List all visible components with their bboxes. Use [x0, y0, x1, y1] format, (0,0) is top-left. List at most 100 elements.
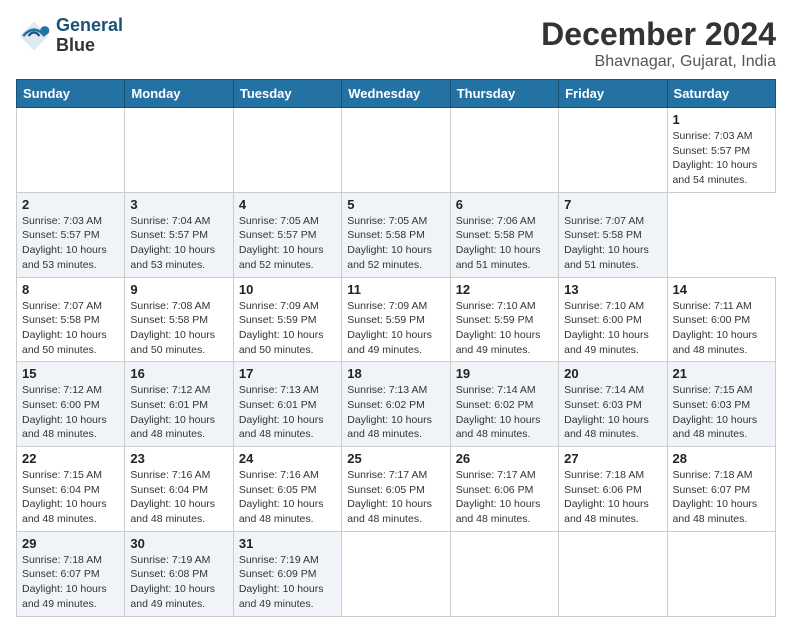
- day-cell-22: 22 Sunrise: 7:15 AMSunset: 6:04 PMDayligh…: [17, 447, 125, 532]
- page-header: General Blue December 2024 Bhavnagar, Gu…: [16, 16, 776, 71]
- header-row: SundayMondayTuesdayWednesdayThursdayFrid…: [17, 80, 776, 108]
- day-number: 27: [564, 451, 661, 466]
- day-cell-8: 8 Sunrise: 7:07 AMSunset: 5:58 PMDaylight…: [17, 277, 125, 362]
- calendar-week-1: 1 Sunrise: 7:03 AMSunset: 5:57 PMDaylight…: [17, 108, 776, 193]
- day-cell-13: 13Sunrise: 7:10 AMSunset: 6:00 PMDayligh…: [559, 277, 667, 362]
- header-sunday: Sunday: [17, 80, 125, 108]
- day-number: 16: [130, 366, 227, 381]
- calendar-week-4: 15 Sunrise: 7:12 AMSunset: 6:00 PMDayligh…: [17, 362, 776, 447]
- day-content: Sunrise: 7:15 AMSunset: 6:04 PMDaylight:…: [22, 469, 107, 525]
- day-content: Sunrise: 7:10 AMSunset: 5:59 PMDaylight:…: [456, 300, 541, 356]
- day-number: 25: [347, 451, 444, 466]
- day-number: 15: [22, 366, 119, 381]
- empty-cell: [667, 531, 775, 616]
- empty-cell: [17, 108, 125, 193]
- day-content: Sunrise: 7:14 AMSunset: 6:03 PMDaylight:…: [564, 384, 649, 440]
- day-cell-12: 12Sunrise: 7:10 AMSunset: 5:59 PMDayligh…: [450, 277, 558, 362]
- day-number: 28: [673, 451, 770, 466]
- calendar-week-2: 2Sunrise: 7:03 AMSunset: 5:57 PMDaylight…: [17, 192, 776, 277]
- day-content: Sunrise: 7:06 AMSunset: 5:58 PMDaylight:…: [456, 215, 541, 271]
- day-cell-1: 1 Sunrise: 7:03 AMSunset: 5:57 PMDaylight…: [667, 108, 775, 193]
- day-cell-6: 6 Sunrise: 7:06 AMSunset: 5:58 PMDaylight…: [450, 192, 558, 277]
- day-number: 14: [673, 282, 770, 297]
- day-content: Sunrise: 7:03 AMSunset: 5:57 PMDaylight:…: [673, 130, 758, 186]
- day-number: 6: [456, 197, 553, 212]
- day-content: Sunrise: 7:18 AMSunset: 6:07 PMDaylight:…: [673, 469, 758, 525]
- day-number: 3: [130, 197, 227, 212]
- day-content: Sunrise: 7:12 AMSunset: 6:00 PMDaylight:…: [22, 384, 107, 440]
- empty-cell: [559, 108, 667, 193]
- day-content: Sunrise: 7:07 AMSunset: 5:58 PMDaylight:…: [564, 215, 649, 271]
- day-cell-23: 23 Sunrise: 7:16 AMSunset: 6:04 PMDayligh…: [125, 447, 233, 532]
- logo: General Blue: [16, 16, 123, 56]
- empty-cell: [125, 108, 233, 193]
- empty-cell: [559, 531, 667, 616]
- day-cell-7: 7 Sunrise: 7:07 AMSunset: 5:58 PMDaylight…: [559, 192, 667, 277]
- day-cell-4: 4 Sunrise: 7:05 AMSunset: 5:57 PMDaylight…: [233, 192, 341, 277]
- day-cell-29: 29 Sunrise: 7:18 AMSunset: 6:07 PMDayligh…: [17, 531, 125, 616]
- day-cell-15: 15 Sunrise: 7:12 AMSunset: 6:00 PMDayligh…: [17, 362, 125, 447]
- day-content: Sunrise: 7:15 AMSunset: 6:03 PMDaylight:…: [673, 384, 758, 440]
- month-title: December 2024: [541, 16, 776, 53]
- day-number: 1: [673, 112, 770, 127]
- calendar-header: SundayMondayTuesdayWednesdayThursdayFrid…: [17, 80, 776, 108]
- day-number: 21: [673, 366, 770, 381]
- day-content: Sunrise: 7:17 AMSunset: 6:06 PMDaylight:…: [456, 469, 541, 525]
- logo-icon: [16, 18, 52, 54]
- day-cell-14: 14 Sunrise: 7:11 AMSunset: 6:00 PMDayligh…: [667, 277, 775, 362]
- day-number: 29: [22, 536, 119, 551]
- day-content: Sunrise: 7:17 AMSunset: 6:05 PMDaylight:…: [347, 469, 432, 525]
- calendar-week-5: 22 Sunrise: 7:15 AMSunset: 6:04 PMDayligh…: [17, 447, 776, 532]
- day-cell-31: 31Sunrise: 7:19 AMSunset: 6:09 PMDayligh…: [233, 531, 341, 616]
- day-number: 19: [456, 366, 553, 381]
- day-content: Sunrise: 7:18 AMSunset: 6:06 PMDaylight:…: [564, 469, 649, 525]
- day-content: Sunrise: 7:14 AMSunset: 6:02 PMDaylight:…: [456, 384, 541, 440]
- day-cell-16: 16Sunrise: 7:12 AMSunset: 6:01 PMDayligh…: [125, 362, 233, 447]
- day-content: Sunrise: 7:16 AMSunset: 6:04 PMDaylight:…: [130, 469, 215, 525]
- calendar-week-3: 8 Sunrise: 7:07 AMSunset: 5:58 PMDaylight…: [17, 277, 776, 362]
- day-cell-2: 2Sunrise: 7:03 AMSunset: 5:57 PMDaylight…: [17, 192, 125, 277]
- day-content: Sunrise: 7:18 AMSunset: 6:07 PMDaylight:…: [22, 554, 107, 610]
- location-subtitle: Bhavnagar, Gujarat, India: [541, 53, 776, 71]
- calendar-table: SundayMondayTuesdayWednesdayThursdayFrid…: [16, 79, 776, 617]
- day-number: 4: [239, 197, 336, 212]
- day-cell-19: 19 Sunrise: 7:14 AMSunset: 6:02 PMDayligh…: [450, 362, 558, 447]
- day-number: 10: [239, 282, 336, 297]
- day-cell-5: 5Sunrise: 7:05 AMSunset: 5:58 PMDaylight…: [342, 192, 450, 277]
- day-number: 24: [239, 451, 336, 466]
- day-number: 22: [22, 451, 119, 466]
- empty-cell: [450, 531, 558, 616]
- day-cell-26: 26Sunrise: 7:17 AMSunset: 6:06 PMDayligh…: [450, 447, 558, 532]
- day-content: Sunrise: 7:16 AMSunset: 6:05 PMDaylight:…: [239, 469, 324, 525]
- day-number: 20: [564, 366, 661, 381]
- day-content: Sunrise: 7:05 AMSunset: 5:57 PMDaylight:…: [239, 215, 324, 271]
- day-cell-24: 24 Sunrise: 7:16 AMSunset: 6:05 PMDayligh…: [233, 447, 341, 532]
- header-friday: Friday: [559, 80, 667, 108]
- day-number: 7: [564, 197, 661, 212]
- day-content: Sunrise: 7:07 AMSunset: 5:58 PMDaylight:…: [22, 300, 107, 356]
- day-cell-3: 3Sunrise: 7:04 AMSunset: 5:57 PMDaylight…: [125, 192, 233, 277]
- day-content: Sunrise: 7:09 AMSunset: 5:59 PMDaylight:…: [347, 300, 432, 356]
- day-number: 17: [239, 366, 336, 381]
- empty-cell: [450, 108, 558, 193]
- empty-cell: [342, 108, 450, 193]
- day-content: Sunrise: 7:08 AMSunset: 5:58 PMDaylight:…: [130, 300, 215, 356]
- day-content: Sunrise: 7:10 AMSunset: 6:00 PMDaylight:…: [564, 300, 649, 356]
- day-number: 23: [130, 451, 227, 466]
- day-content: Sunrise: 7:11 AMSunset: 6:00 PMDaylight:…: [673, 300, 758, 356]
- day-number: 18: [347, 366, 444, 381]
- day-content: Sunrise: 7:19 AMSunset: 6:09 PMDaylight:…: [239, 554, 324, 610]
- day-content: Sunrise: 7:05 AMSunset: 5:58 PMDaylight:…: [347, 215, 432, 271]
- day-number: 8: [22, 282, 119, 297]
- day-cell-27: 27 Sunrise: 7:18 AMSunset: 6:06 PMDayligh…: [559, 447, 667, 532]
- day-content: Sunrise: 7:09 AMSunset: 5:59 PMDaylight:…: [239, 300, 324, 356]
- day-content: Sunrise: 7:13 AMSunset: 6:01 PMDaylight:…: [239, 384, 324, 440]
- header-tuesday: Tuesday: [233, 80, 341, 108]
- logo-text: General Blue: [56, 16, 123, 56]
- day-cell-11: 11Sunrise: 7:09 AMSunset: 5:59 PMDayligh…: [342, 277, 450, 362]
- day-cell-9: 9Sunrise: 7:08 AMSunset: 5:58 PMDaylight…: [125, 277, 233, 362]
- header-wednesday: Wednesday: [342, 80, 450, 108]
- header-monday: Monday: [125, 80, 233, 108]
- day-cell-18: 18Sunrise: 7:13 AMSunset: 6:02 PMDayligh…: [342, 362, 450, 447]
- calendar-week-6: 29 Sunrise: 7:18 AMSunset: 6:07 PMDayligh…: [17, 531, 776, 616]
